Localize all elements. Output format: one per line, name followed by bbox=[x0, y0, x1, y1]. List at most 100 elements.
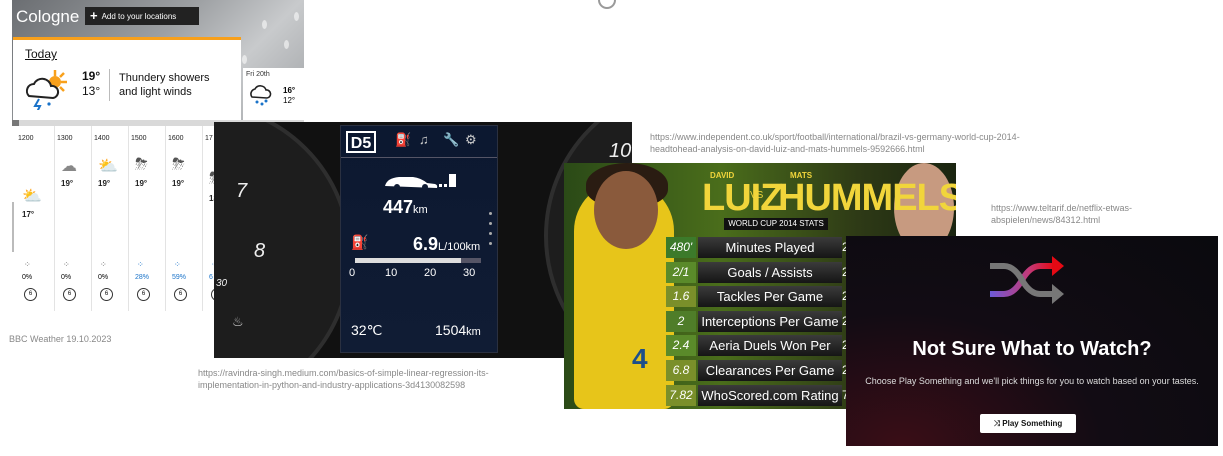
stat-row: 1.6 Tackles Per Game bbox=[666, 286, 842, 307]
thunder-icon: ⛈ bbox=[135, 156, 148, 173]
stat-label: Aeria Duels Won Per Game bbox=[698, 335, 842, 374]
rain-icon: ⁘ bbox=[24, 260, 31, 269]
odometer-readout: 1504km bbox=[435, 322, 481, 338]
rain-chance: 28% bbox=[135, 274, 150, 281]
page-dots bbox=[489, 212, 492, 252]
bbc-caption-text: BBC Weather 19.10.2023 bbox=[9, 334, 112, 344]
hour-column[interactable]: 1400 ⛅ 19° ⁘ 0% 6 bbox=[91, 126, 128, 311]
player-photo-luiz: 4 bbox=[574, 163, 674, 409]
hour-temp: 19° bbox=[135, 179, 148, 188]
sun-cloud-icon: ⛅ bbox=[98, 158, 118, 175]
scale-tick: 20 bbox=[424, 267, 437, 279]
stat-row: 6.8 Clearances Per Game bbox=[666, 360, 842, 381]
left-player-name: DAVID LUIZ bbox=[702, 171, 783, 220]
hour-time: 1200 bbox=[18, 135, 34, 142]
wind-speed-icon: 6 bbox=[100, 288, 113, 301]
rain-icon: ⁘ bbox=[174, 260, 181, 269]
scale-tick: 30 bbox=[463, 267, 476, 279]
wrench-icon: 🔧 bbox=[443, 132, 460, 147]
hour-time: 1600 bbox=[168, 135, 184, 142]
gauge-number: 10 bbox=[609, 140, 632, 162]
vertical-scrollbar[interactable] bbox=[12, 202, 14, 252]
rain-icon: ⁘ bbox=[63, 260, 70, 269]
stat-value: 6.8 bbox=[666, 360, 696, 381]
consumption-scale: 0 10 20 30 bbox=[347, 267, 497, 279]
hour-time: 1400 bbox=[94, 135, 110, 142]
right-player-name: MATS HUMMELS bbox=[778, 171, 956, 220]
rain-icon: ⁘ bbox=[137, 260, 144, 269]
today-label[interactable]: Today bbox=[25, 47, 57, 61]
hour-time: 17 bbox=[205, 135, 213, 142]
range-value: 447 bbox=[383, 197, 414, 217]
fuel-consumption-icon: ⛽ bbox=[351, 234, 369, 250]
add-location-button[interactable]: + Add to your locations bbox=[85, 7, 199, 25]
play-something-button[interactable]: ⤨ Play Something bbox=[980, 414, 1076, 433]
hour-time: 1300 bbox=[57, 135, 73, 142]
stat-value: 2/1 bbox=[666, 262, 696, 283]
hour-column[interactable]: 1300 ☁ 19° ⁘ 0% 6 bbox=[54, 126, 91, 311]
shuffle-small-icon: ⤨ bbox=[993, 419, 1003, 428]
play-something-label: Play Something bbox=[1002, 419, 1063, 428]
rain-chance: 6 bbox=[209, 274, 213, 281]
odometer-value: 1504 bbox=[435, 322, 467, 338]
sun-cloud-icon: ⛅ bbox=[22, 188, 42, 205]
football-caption: https://www.independent.co.uk/sport/foot… bbox=[650, 132, 1020, 154]
stat-label: Tackles Per Game bbox=[698, 286, 842, 307]
consumption-readout: 6.9L/100km bbox=[413, 234, 480, 255]
rain-chance: 59% bbox=[172, 274, 187, 281]
rain-chance: 0% bbox=[98, 274, 109, 281]
odometer-unit: km bbox=[466, 326, 481, 338]
next-day-card[interactable]: Fri 20th 16° 12° bbox=[243, 68, 304, 120]
rain-icon: ⁘ bbox=[100, 260, 107, 269]
hour-temp: 19° bbox=[61, 179, 74, 188]
trip-computer-display: D5 ⛽ ♫ 🔧 ⚙ 447km ⛽ 6.9L/100km 0 10 20 30… bbox=[340, 125, 498, 353]
next-day-label: Fri 20th bbox=[246, 71, 270, 78]
dashboard-caption: https://ravindra-singh.medium.com/basics… bbox=[198, 368, 489, 390]
wind-speed-icon: 6 bbox=[137, 288, 150, 301]
today-low-temp: 13° bbox=[82, 84, 101, 98]
range-readout: 447km bbox=[383, 197, 428, 218]
divider bbox=[109, 69, 110, 101]
stat-row: 7.82 WhoScored.com Rating bbox=[666, 385, 842, 406]
hour-temp: 17° bbox=[22, 210, 35, 219]
next-day-high: 16° bbox=[283, 86, 296, 95]
gauge-number: 30 bbox=[216, 278, 228, 289]
bbc-caption: BBC Weather 19.10.2023 bbox=[9, 334, 111, 344]
gear-icon: ⚙ bbox=[465, 132, 477, 147]
hour-column[interactable]: 1500 ⛈ 19° ⁘ 28% 6 bbox=[128, 126, 165, 311]
stat-label: Clearances Per Game bbox=[698, 360, 842, 381]
netflix-description: Choose Play Something and we'll pick thi… bbox=[865, 376, 1199, 386]
stat-value: 480' bbox=[666, 237, 696, 258]
today-card[interactable]: Today 19° 13° Thundery showers and light… bbox=[13, 37, 241, 122]
loading-ring-icon bbox=[598, 0, 616, 9]
wind-speed-icon: 6 bbox=[63, 288, 76, 301]
right-first-name: MATS bbox=[790, 171, 813, 180]
stat-label: Interceptions Per Game bbox=[698, 311, 842, 332]
stat-value: 7.82 bbox=[666, 385, 696, 406]
stat-label: Goals / Assists bbox=[698, 262, 842, 283]
stat-row: 2.4 Aeria Duels Won Per Game bbox=[666, 335, 842, 374]
right-last-name: HUMMELS bbox=[778, 177, 956, 219]
jersey-number: 4 bbox=[632, 343, 648, 374]
today-description: Thundery showers and light winds bbox=[119, 72, 210, 98]
netflix-title: Not Sure What to Watch? bbox=[912, 338, 1152, 360]
consumption-unit: L/100km bbox=[438, 241, 481, 253]
versus-label: VS bbox=[750, 190, 764, 201]
hour-column[interactable]: 1200 ⛅ 17° ⁘ 0% 6 bbox=[16, 126, 52, 311]
hour-temp: 19° bbox=[172, 179, 185, 188]
city-name: Cologne bbox=[16, 7, 80, 26]
rain-chance: 0% bbox=[61, 274, 72, 281]
left-last-name: LUIZ bbox=[702, 177, 783, 219]
add-location-label: Add to your locations bbox=[101, 12, 177, 21]
gear-indicator: D5 bbox=[346, 131, 376, 153]
outside-temperature: 32℃ bbox=[351, 322, 383, 338]
music-note-icon: ♫ bbox=[419, 132, 429, 147]
netflix-caption: https://www.teltarif.de/netflix-etwas-ab… bbox=[991, 203, 1133, 225]
stat-value: 1.6 bbox=[666, 286, 696, 307]
gauge-number: 8 bbox=[254, 240, 266, 262]
thunder-icon: ⛈ bbox=[172, 156, 185, 173]
hour-column[interactable]: 1600 ⛈ 19° ⁘ 59% 6 bbox=[165, 126, 202, 311]
fuel-pump-icon: ⛽ bbox=[395, 132, 412, 147]
stat-row: 480' Minutes Played bbox=[666, 237, 842, 258]
rain-shower-icon bbox=[250, 85, 272, 106]
